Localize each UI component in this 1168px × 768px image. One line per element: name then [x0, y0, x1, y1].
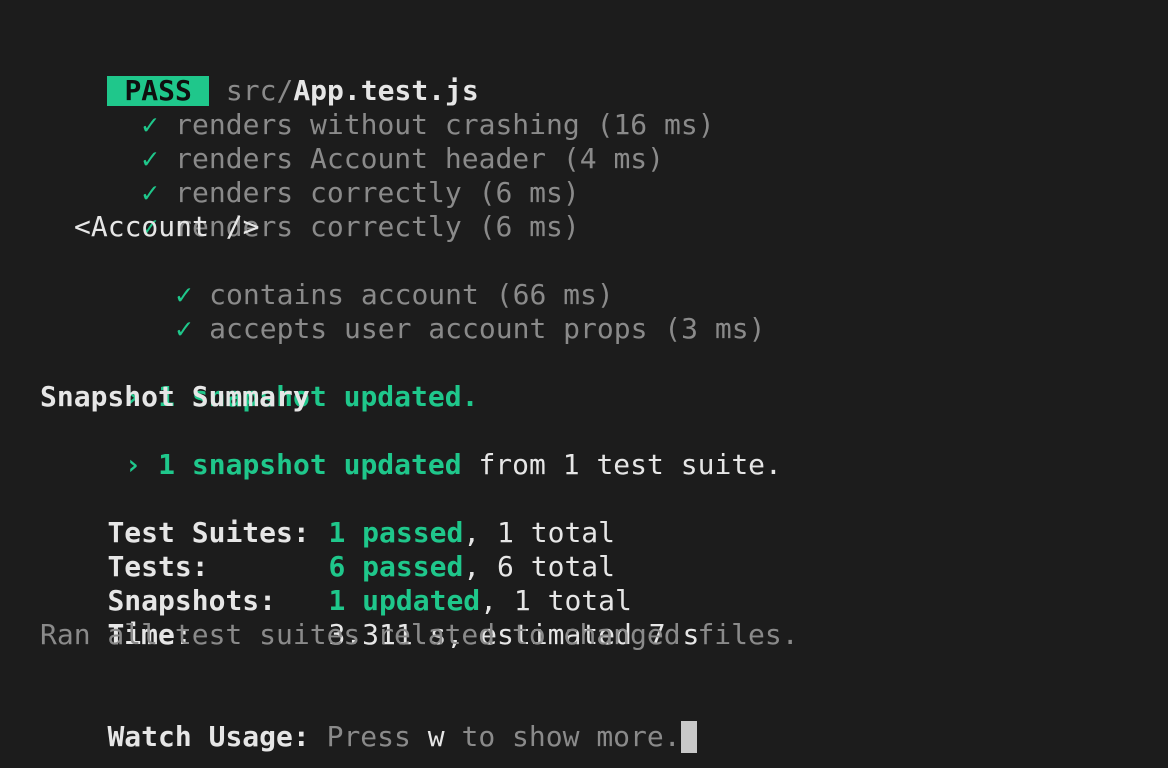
test-result-text: contains account (66 ms) — [209, 278, 614, 311]
summary-rest: , 1 total — [480, 584, 632, 617]
watch-usage-line: Watch Usage: Press w to show more. — [40, 686, 1168, 753]
terminal-cursor[interactable] — [680, 721, 697, 753]
summary-rest: , 6 total — [463, 550, 616, 583]
snapshot-summary-line: › 1 snapshot updated from 1 test suite. — [40, 414, 1168, 481]
snapshot-summary-highlight: 1 snapshot updated — [158, 448, 462, 481]
chevron-right-icon: › — [124, 448, 142, 481]
watch-usage-pre: Press — [309, 720, 428, 753]
summary-label: Snapshots: — [107, 584, 277, 617]
ran-all-message: Ran all test suites related to changed f… — [40, 618, 799, 651]
summary-label: Tests: — [107, 550, 209, 583]
watch-key: w — [427, 720, 445, 753]
summary-test-suites: Test Suites: 1 passed, 1 total — [40, 482, 1168, 549]
summary-rest: , 1 total — [463, 516, 616, 549]
summary-highlight: 1 updated — [328, 584, 481, 617]
watch-usage-post: to show more. — [444, 720, 681, 753]
summary-highlight: 6 passed — [328, 550, 464, 583]
checkmark-icon: ✓ — [141, 176, 159, 209]
summary-label: Test Suites: — [107, 516, 310, 549]
test-file-header: PASS src/App.test.js — [40, 40, 1168, 107]
test-result-text: renders without crashing (16 ms) — [175, 108, 715, 141]
test-result-text: accepts user account props (3 ms) — [209, 312, 766, 345]
snapshot-summary-title: Snapshot Summary — [40, 380, 310, 413]
describe-block-title: <Account /> — [74, 210, 260, 243]
pass-badge: PASS — [107, 76, 209, 106]
checkmark-icon: ✓ — [175, 278, 193, 311]
checkmark-icon: ✓ — [141, 142, 159, 175]
snapshot-summary-rest: from 1 test suite. — [461, 448, 782, 481]
test-result-row: ✓ contains account (66 ms) — [40, 244, 1168, 311]
terminal-window: PASS src/App.test.js ✓ renders without cr… — [0, 0, 1168, 768]
checkmark-icon: ✓ — [141, 108, 159, 141]
watch-usage-label: Watch Usage: — [107, 720, 310, 753]
snapshot-notice: › 1 snapshot updated. — [40, 346, 1168, 413]
file-path-prefix: src/ — [225, 74, 294, 107]
file-name: App.test.js — [293, 74, 479, 107]
test-result-text: renders correctly (6 ms) — [175, 176, 580, 209]
test-result-text: renders Account header (4 ms) — [175, 142, 665, 175]
summary-highlight: 1 passed — [328, 516, 464, 549]
checkmark-icon: ✓ — [175, 312, 193, 345]
